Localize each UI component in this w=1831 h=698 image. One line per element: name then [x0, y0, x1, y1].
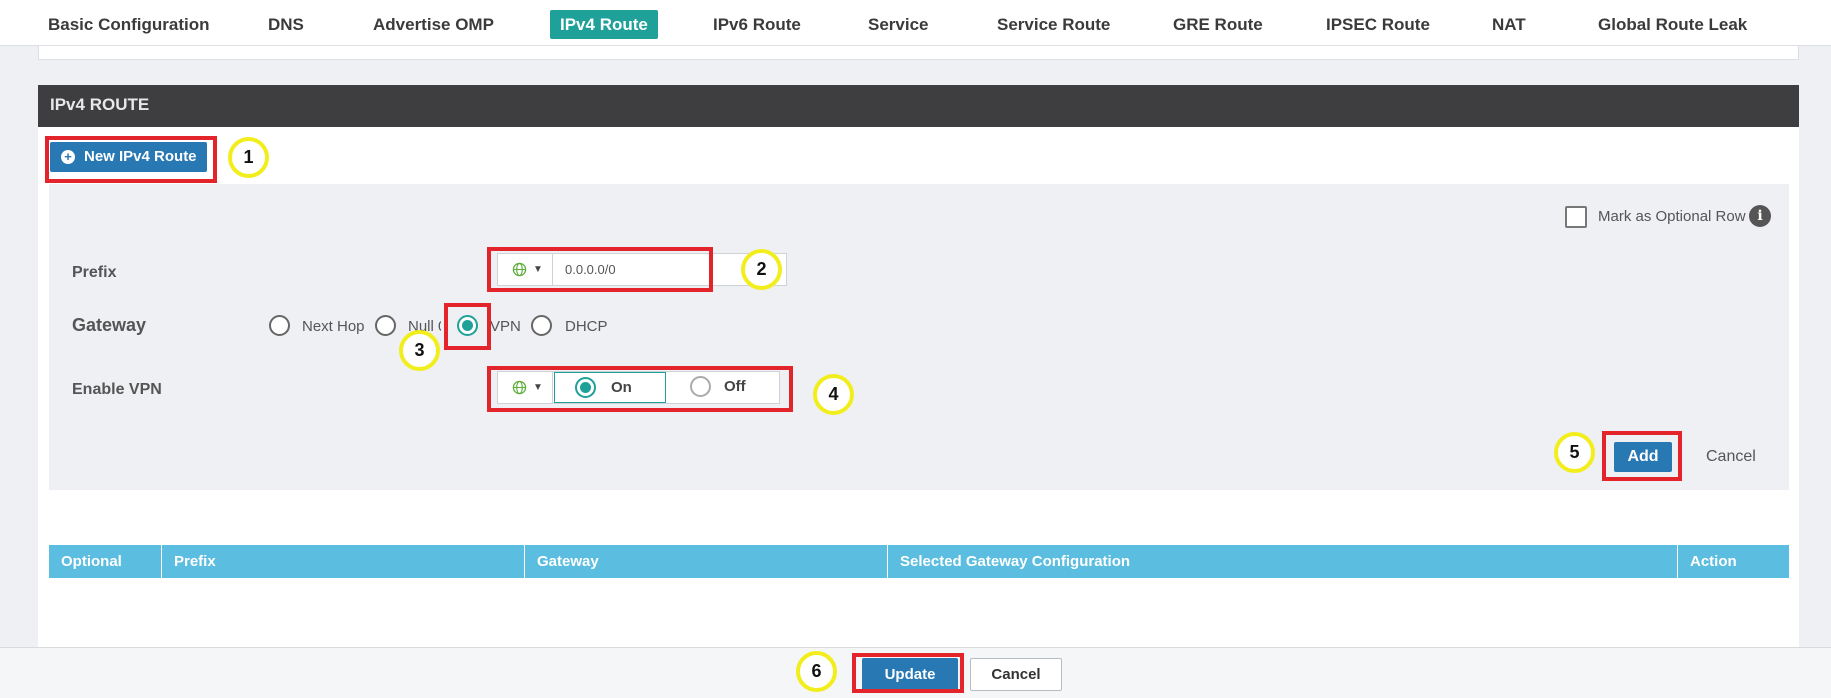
- chevron-down-icon: ▼: [533, 382, 543, 393]
- info-icon[interactable]: i: [1749, 205, 1771, 227]
- enable-vpn-scope-dropdown[interactable]: ▼: [498, 372, 553, 403]
- step-marker-1: 1: [228, 137, 269, 178]
- column-gateway: Gateway: [525, 545, 888, 578]
- tab-ipv4-route[interactable]: IPv4 Route: [550, 10, 658, 39]
- tab-service[interactable]: Service: [858, 10, 939, 39]
- column-optional: Optional: [49, 545, 162, 578]
- globe-icon: [512, 262, 527, 277]
- tab-basic-configuration[interactable]: Basic Configuration: [38, 10, 220, 39]
- tab-dns[interactable]: DNS: [258, 10, 314, 39]
- feature-tabs: Basic Configuration DNS Advertise OMP IP…: [0, 0, 1831, 46]
- enable-vpn-toggle-group: ▼ On Off: [497, 371, 780, 404]
- step-marker-4: 4: [813, 374, 854, 415]
- step-marker-5: 5: [1554, 432, 1595, 473]
- gateway-option-next-hop-label: Next Hop: [302, 318, 365, 335]
- tab-ipsec-route[interactable]: IPSEC Route: [1316, 10, 1440, 39]
- prefix-label: Prefix: [72, 264, 117, 281]
- vpn-off-label: Off: [724, 378, 746, 395]
- add-button[interactable]: Add: [1614, 442, 1672, 472]
- tab-ipv6-route[interactable]: IPv6 Route: [703, 10, 811, 39]
- prefix-field[interactable]: [554, 254, 704, 285]
- gateway-radio-vpn[interactable]: [457, 315, 478, 336]
- column-selected-gateway-configuration: Selected Gateway Configuration: [888, 545, 1678, 578]
- gateway-radio-next-hop[interactable]: [269, 315, 290, 336]
- enable-vpn-on-option[interactable]: On: [554, 372, 666, 403]
- update-button[interactable]: Update: [862, 658, 958, 691]
- gateway-option-dhcp-label: DHCP: [565, 318, 608, 335]
- tab-global-route-leak[interactable]: Global Route Leak: [1588, 10, 1757, 39]
- plus-circle-icon: +: [61, 150, 75, 164]
- enable-vpn-label: Enable VPN: [72, 381, 162, 398]
- new-ipv4-route-label: New IPv4 Route: [84, 148, 197, 165]
- gateway-option-vpn-label: VPN: [490, 318, 521, 335]
- tab-nat[interactable]: NAT: [1482, 10, 1536, 39]
- vpn-on-radio[interactable]: [575, 377, 596, 398]
- tab-advertise-omp[interactable]: Advertise OMP: [363, 10, 504, 39]
- step-marker-3: 3: [399, 330, 440, 371]
- tab-gre-route[interactable]: GRE Route: [1163, 10, 1273, 39]
- vpn-off-radio[interactable]: [690, 376, 711, 397]
- footer-cancel-button[interactable]: Cancel: [970, 658, 1062, 691]
- step-marker-2: 2: [741, 249, 782, 290]
- tab-service-route[interactable]: Service Route: [987, 10, 1120, 39]
- gateway-radio-dhcp[interactable]: [531, 315, 552, 336]
- gateway-radio-null0[interactable]: [375, 315, 396, 336]
- mark-optional-row-checkbox[interactable]: [1565, 206, 1587, 228]
- mark-optional-row-label: Mark as Optional Row: [1598, 208, 1746, 225]
- section-title: IPv4 ROUTE: [50, 95, 150, 114]
- form-cancel-button[interactable]: Cancel: [1706, 448, 1756, 466]
- chevron-down-icon: ▼: [533, 264, 543, 275]
- step-marker-6: 6: [796, 651, 837, 692]
- section-header: IPv4 ROUTE: [38, 85, 1799, 127]
- new-ipv4-route-button[interactable]: + New IPv4 Route: [50, 142, 207, 172]
- globe-icon: [512, 380, 527, 395]
- previous-section-edge: [38, 46, 1799, 60]
- prefix-scope-dropdown[interactable]: ▼: [498, 254, 553, 285]
- vpn-on-label: On: [611, 379, 632, 396]
- column-prefix: Prefix: [162, 545, 525, 578]
- column-action: Action: [1690, 553, 1737, 570]
- new-route-form: [49, 184, 1789, 490]
- gateway-label: Gateway: [72, 315, 147, 335]
- enable-vpn-off-option[interactable]: Off: [668, 372, 779, 403]
- routes-table-header: Optional Prefix Gateway Selected Gateway…: [49, 545, 1789, 578]
